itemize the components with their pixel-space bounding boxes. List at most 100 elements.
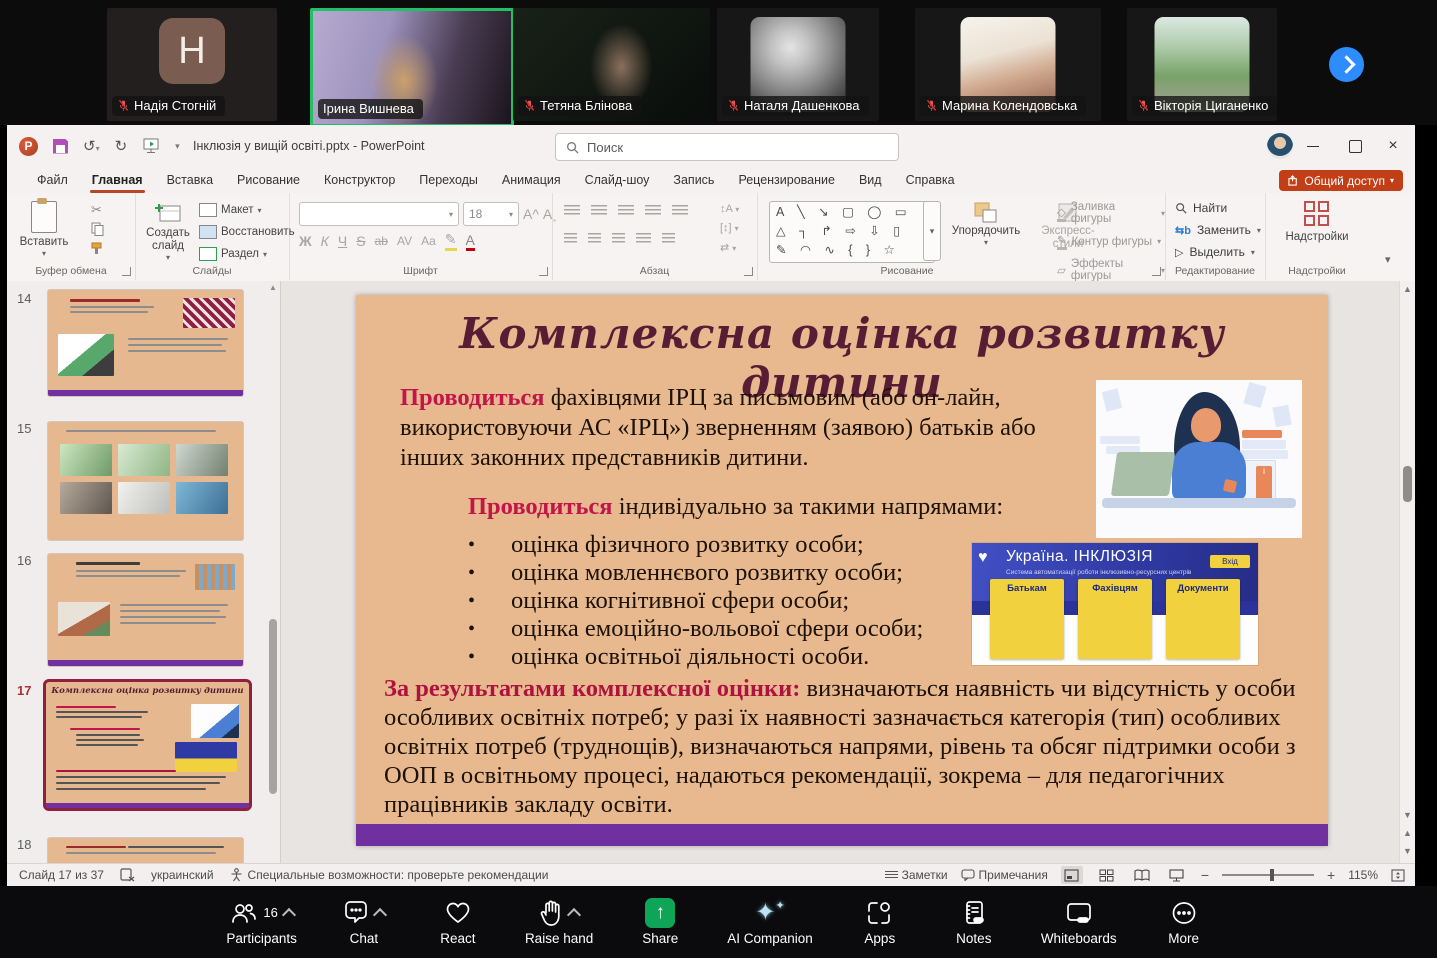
arrange-button[interactable]: Упорядочить ▾ — [947, 201, 1025, 247]
tab-insert[interactable]: Вставка — [155, 167, 225, 193]
next-slide-button[interactable]: ▼ — [1403, 846, 1412, 856]
layout-button[interactable]: Макет ▾ — [199, 203, 295, 217]
minimize-button[interactable] — [1291, 125, 1335, 167]
italic-button[interactable]: К — [321, 233, 329, 249]
scrollbar-thumb[interactable] — [269, 619, 277, 794]
redo-button[interactable]: ↻ — [115, 137, 128, 155]
zoom-in-button[interactable]: + — [1327, 867, 1335, 883]
zoom-slider[interactable] — [1222, 869, 1314, 881]
tab-home[interactable]: Главная — [80, 167, 155, 193]
columns-button[interactable] — [662, 233, 675, 244]
highlight-color-button[interactable]: ✎ — [444, 231, 457, 251]
collapse-ribbon-button[interactable]: ▾ — [1385, 253, 1391, 266]
tab-view[interactable]: Вид — [847, 167, 894, 193]
section-button[interactable]: Раздел ▾ — [199, 247, 295, 261]
normal-view-button[interactable] — [1060, 866, 1083, 884]
slideshow-icon[interactable] — [142, 138, 160, 154]
justify-button[interactable] — [636, 233, 651, 244]
font-dialog-launcher[interactable] — [539, 267, 548, 276]
copy-icon[interactable] — [91, 222, 104, 236]
raise-hand-button[interactable]: Raise hand — [525, 899, 593, 946]
slide-scrollbar[interactable]: ▲ ▼ ▲ ▼ — [1399, 281, 1415, 864]
select-button[interactable]: ▷ Выделить ▾ — [1175, 245, 1261, 259]
slide-thumbnail-15[interactable] — [47, 421, 244, 541]
scroll-up-icon[interactable]: ▲ — [269, 283, 277, 292]
scrollbar-thumb[interactable] — [1403, 466, 1412, 502]
decrease-indent-button[interactable] — [618, 205, 634, 216]
slide-thumbnail-14[interactable] — [47, 289, 244, 397]
tab-transitions[interactable]: Переходы — [407, 167, 490, 193]
slide-thumbnail-18[interactable] — [47, 837, 244, 864]
change-case-button[interactable]: Aa — [421, 234, 436, 248]
increase-font-icon[interactable]: А^ — [523, 206, 539, 222]
chevron-up-icon[interactable] — [281, 907, 296, 922]
line-spacing-button[interactable] — [672, 205, 688, 216]
fit-slide-to-window-icon[interactable] — [1391, 868, 1405, 882]
tab-file[interactable]: Файл — [25, 167, 80, 193]
cut-icon[interactable]: ✂ — [91, 203, 105, 216]
slideshow-view-button[interactable] — [1166, 866, 1188, 884]
participant-tile-active-speaker[interactable]: Ірина Вишнева — [310, 8, 514, 127]
slide-sorter-view-button[interactable] — [1096, 866, 1118, 884]
font-size-combobox[interactable]: 18 ▾ — [463, 202, 519, 226]
scroll-up-icon[interactable]: ▲ — [1403, 284, 1412, 294]
more-button[interactable]: More — [1157, 899, 1211, 946]
react-button[interactable]: React — [431, 899, 485, 946]
comments-toggle[interactable]: Примечания — [960, 868, 1048, 882]
increase-indent-button[interactable] — [645, 205, 661, 216]
text-direction-button[interactable]: ↕A ▾ — [720, 203, 739, 215]
language-indicator[interactable]: украинский — [151, 868, 214, 882]
font-color-button[interactable]: А — [465, 232, 475, 251]
notes-toggle[interactable]: Заметки — [884, 868, 948, 882]
scroll-down-icon[interactable]: ▼ — [1403, 810, 1412, 820]
shape-effects-button[interactable]: ▱ Эффекты фигуры ▾ — [1057, 258, 1165, 282]
whiteboards-button[interactable]: Whiteboards — [1041, 899, 1117, 946]
zoom-level[interactable]: 115% — [1348, 868, 1378, 882]
smartart-button[interactable]: ⇄ ▾ — [720, 241, 739, 254]
chevron-up-icon[interactable] — [567, 907, 582, 922]
qat-customize-button[interactable]: ▾ — [175, 141, 180, 152]
save-icon[interactable] — [53, 138, 68, 154]
participant-tile[interactable]: H Надія Стогній — [107, 8, 277, 121]
spellcheck-icon[interactable] — [120, 868, 135, 882]
participant-tile[interactable]: Наталя Дашенкова — [717, 8, 879, 121]
replace-button[interactable]: ⇆b Заменить ▾ — [1175, 223, 1261, 237]
format-painter-icon[interactable] — [91, 242, 105, 255]
underline-button[interactable]: Ч — [338, 233, 347, 249]
share-document-button[interactable]: Общий доступ ▾ — [1279, 170, 1403, 191]
previous-slide-button[interactable]: ▲ — [1403, 828, 1412, 838]
tab-draw[interactable]: Рисование — [225, 167, 312, 193]
share-screen-button[interactable]: ↑ Share — [633, 897, 687, 946]
new-slide-button[interactable]: Создать слайд ▾ — [139, 201, 197, 263]
zoom-slider-knob[interactable] — [1269, 869, 1274, 881]
search-input[interactable]: Поиск — [555, 133, 899, 161]
tab-animations[interactable]: Анимация — [490, 167, 573, 193]
account-avatar[interactable] — [1267, 133, 1293, 159]
tab-design[interactable]: Конструктор — [312, 167, 407, 193]
align-center-button[interactable] — [588, 233, 601, 244]
shape-outline-button[interactable]: ✎ Контур фигуры ▾ — [1057, 233, 1165, 250]
ai-companion-button[interactable]: ✦✦ AI Companion — [727, 899, 813, 946]
bullets-button[interactable] — [564, 205, 580, 216]
numbering-button[interactable] — [591, 205, 607, 216]
current-slide[interactable]: Комплексна оцінка розвитку дитини Провод… — [356, 295, 1328, 846]
participant-tile[interactable]: Тетяна Блінова — [513, 8, 710, 121]
zoom-out-button[interactable]: − — [1201, 867, 1209, 883]
addins-button[interactable]: Надстройки — [1285, 201, 1349, 244]
find-button[interactable]: Найти — [1175, 201, 1261, 215]
tab-review[interactable]: Рецензирование — [726, 167, 847, 193]
participant-tile[interactable]: Марина Колендовська — [915, 8, 1101, 121]
shapes-gallery-more-button[interactable]: ▾ — [923, 201, 941, 261]
align-left-button[interactable] — [564, 233, 577, 244]
tab-slideshow[interactable]: Слайд-шоу — [573, 167, 662, 193]
apps-button[interactable]: Apps — [853, 899, 907, 946]
undo-button[interactable]: ↺▾ — [83, 137, 100, 155]
slide-thumbnail-17-current[interactable]: Комплексна оцінка розвитку дитини — [43, 679, 252, 811]
shape-fill-button[interactable]: ◇ Заливка фигуры ▾ — [1057, 201, 1165, 225]
chevron-up-icon[interactable] — [372, 907, 388, 922]
tab-help[interactable]: Справка — [894, 167, 967, 193]
next-participants-button[interactable] — [1329, 47, 1364, 82]
participants-button[interactable]: 16 Participants — [226, 899, 297, 946]
accessibility-checker[interactable]: Специальные возможности: проверьте реком… — [230, 868, 548, 882]
reset-button[interactable]: Восстановить — [199, 225, 295, 239]
